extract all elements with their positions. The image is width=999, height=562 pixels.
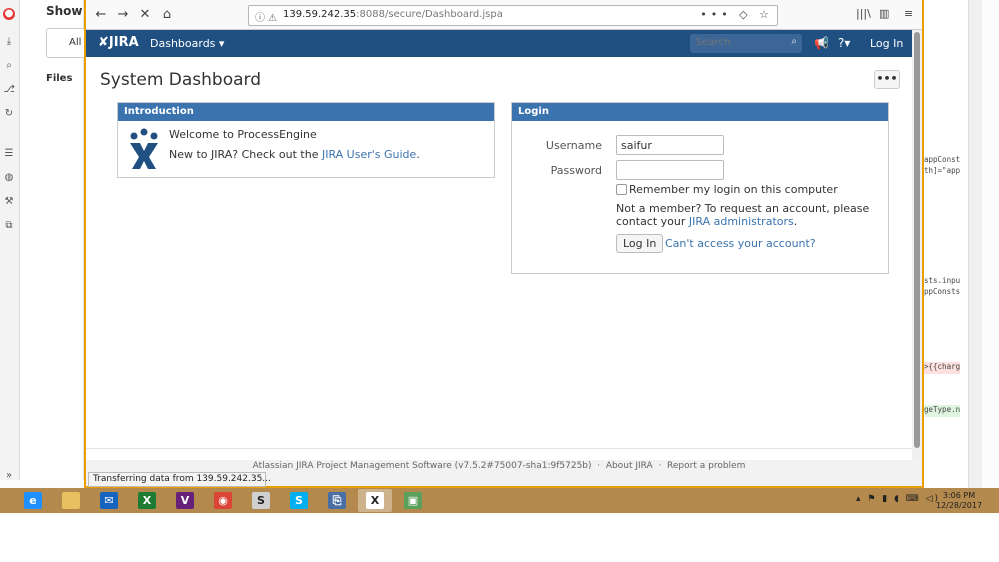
url-bar[interactable]: ⓘ ⚠ 139.59.242.35:8088/secure/Dashboard.…	[248, 5, 778, 26]
taskbar-skype-button[interactable]: S	[282, 489, 316, 512]
more-options-button[interactable]: •••	[874, 70, 900, 89]
username-input[interactable]	[616, 135, 724, 155]
download-icon[interactable]: ⤓	[3, 36, 15, 48]
gadget-title: Introduction	[118, 103, 494, 121]
expand-icon[interactable]: »	[3, 470, 15, 482]
jira-logo[interactable]: ✘JIRA	[98, 35, 139, 50]
sublime-icon: S	[252, 492, 270, 509]
page-actions-icon[interactable]: ••• ◇ ☆	[700, 8, 773, 21]
code-line: ppConsts	[924, 287, 960, 296]
users-guide-link[interactable]: JIRA User's Guide	[322, 148, 416, 161]
taskbar-network-button[interactable]: ⎘	[320, 489, 354, 512]
code-line: appConst	[924, 155, 960, 164]
file-explorer-icon	[62, 492, 80, 509]
taskbar-mail-button[interactable]: ✉	[92, 489, 126, 512]
clock-time[interactable]: 3:06 PM	[934, 491, 984, 500]
internet-explorer-icon: e	[24, 492, 42, 509]
extensions-icon[interactable]: ⧉	[3, 220, 15, 232]
background-filter-label: All	[69, 37, 82, 48]
introduction-gadget: Introduction Welcome to ProcessEngine Ne…	[117, 102, 495, 178]
visual-studio-icon: V	[176, 492, 194, 509]
taskbar-sublime-button[interactable]: S	[244, 489, 278, 512]
taskbar: e ✉ X V ◉ S S ⎘ X ▣ ▴ ⚑ ▮ ◖ ⌨ ◁) 3:06 PM 12/28/20…	[0, 488, 999, 513]
username-label: Username	[545, 139, 602, 152]
taskbar-excel-button[interactable]: X	[130, 489, 164, 512]
back-icon[interactable]: ←	[92, 6, 110, 24]
jira-page: ✘JIRA Dashboards ▾ ⌕ 📢 ?▾ Log In System …	[86, 30, 912, 471]
background-filter[interactable]: All	[46, 28, 86, 58]
taskbar-image-viewer-button[interactable]: ▣	[396, 489, 430, 512]
refresh-icon[interactable]: ↻	[3, 108, 15, 120]
url-text: 139.59.242.35:8088/secure/Dashboard.jspa	[283, 9, 503, 20]
background-left-toolbar: ● ⤓ ⌕ ⎇ ↻ ☰ ◍ ⚒ ⧉ »	[0, 0, 20, 482]
background-scrollbar[interactable]	[968, 0, 982, 490]
search-box[interactable]: ⌕	[690, 34, 802, 53]
debug-icon[interactable]: ◍	[3, 172, 15, 184]
announcement-icon[interactable]: 📢	[814, 36, 829, 50]
footer-divider	[86, 448, 912, 449]
password-label: Password	[550, 164, 602, 177]
background-side-panel	[20, 0, 84, 480]
password-input[interactable]	[616, 160, 724, 180]
network-icon: ⎘	[328, 492, 346, 509]
gadget-title: Login	[512, 103, 888, 121]
home-icon[interactable]: ⌂	[158, 6, 176, 24]
skype-icon: S	[290, 492, 308, 509]
login-gadget: Login Username Password Remember my logi…	[511, 102, 889, 274]
welcome-text: Welcome to ProcessEngine	[169, 128, 317, 141]
excel-icon: X	[138, 492, 156, 509]
taskbar-chrome-button[interactable]: ◉	[206, 489, 240, 512]
status-bar: Transferring data from 139.59.242.35...	[88, 472, 271, 487]
image-viewer-icon: ▣	[404, 492, 422, 509]
footer: Atlassian JIRA Project Management Softwa…	[252, 461, 746, 471]
library-icon[interactable]: |||\	[856, 7, 871, 20]
browser-window: ← → ✕ ⌂ ⓘ ⚠ 139.59.242.35:8088/secure/Da…	[84, 0, 924, 488]
list-icon[interactable]: ☰	[3, 148, 15, 160]
login-button[interactable]: Log In	[616, 234, 664, 253]
code-line: geType.n	[924, 405, 960, 417]
dashboards-menu[interactable]: Dashboards ▾	[150, 37, 224, 50]
new-to-jira-text: New to JIRA? Check out the JIRA User's G…	[169, 148, 420, 161]
tool-icon[interactable]: ⚒	[3, 196, 15, 208]
jira-mascot-icon	[130, 128, 158, 169]
code-line: sts.inpu	[924, 276, 960, 285]
about-jira-link[interactable]: About JIRA	[606, 461, 653, 471]
source-control-icon[interactable]: ⎇	[3, 84, 15, 96]
code-line: th]="app	[924, 166, 960, 175]
code-line: >{{charg	[924, 362, 960, 374]
administrators-link[interactable]: JIRA administrators	[689, 215, 794, 228]
jira-header: ✘JIRA Dashboards ▾ ⌕ 📢 ?▾ Log In	[86, 30, 912, 57]
taskbar-internet-explorer-button[interactable]: e	[16, 489, 50, 512]
taskbar-xming-button[interactable]: X	[358, 489, 392, 512]
page-title: System Dashboard	[100, 70, 262, 90]
xming-icon: X	[366, 492, 384, 509]
system-tray-icons[interactable]: ▴ ⚑ ▮ ◖ ⌨ ◁)	[856, 494, 940, 504]
clock-date[interactable]: 12/28/2017	[934, 501, 984, 510]
browser-toolbar: ← → ✕ ⌂ ⓘ ⚠ 139.59.242.35:8088/secure/Da…	[86, 0, 922, 30]
search-icon[interactable]: ⌕	[791, 36, 797, 47]
search-input[interactable]	[696, 37, 786, 48]
menu-icon[interactable]: ≡	[904, 7, 913, 20]
background-files-label: Files	[46, 73, 73, 84]
cant-access-link[interactable]: Can't access your account?	[665, 237, 816, 250]
site-info-icon[interactable]: ⓘ ⚠	[255, 9, 277, 24]
taskbar-file-explorer-button[interactable]	[54, 489, 88, 512]
chrome-icon: ◉	[214, 492, 232, 509]
header-login-link[interactable]: Log In	[870, 37, 903, 50]
sidebar-icon[interactable]: ▥	[879, 7, 889, 20]
remember-label[interactable]: Remember my login on this computer	[629, 183, 838, 196]
forward-icon[interactable]: →	[114, 6, 132, 24]
mail-icon: ✉	[100, 492, 118, 509]
page-scrollbar-thumb[interactable]	[914, 32, 920, 448]
help-icon[interactable]: ?▾	[838, 36, 850, 50]
not-member-text: Not a member? To request an account, ple…	[616, 202, 870, 228]
remember-checkbox[interactable]	[616, 184, 627, 195]
footer-software: Atlassian JIRA Project Management Softwa…	[252, 461, 592, 471]
taskbar-visual-studio-button[interactable]: V	[168, 489, 202, 512]
report-problem-link[interactable]: Report a problem	[667, 461, 745, 471]
notification-icon[interactable]: ●	[3, 8, 15, 20]
stop-icon[interactable]: ✕	[136, 6, 154, 24]
search-icon[interactable]: ⌕	[3, 60, 15, 72]
